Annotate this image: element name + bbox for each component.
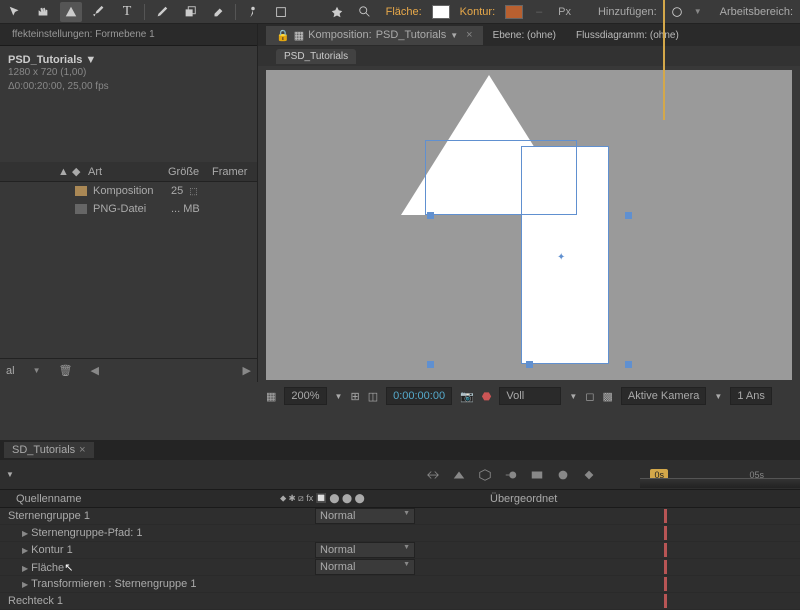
project-resolution: 1280 x 720 (1,00) xyxy=(8,66,249,80)
blend-mode-dropdown[interactable]: Normal xyxy=(315,559,415,575)
text-tool-icon[interactable]: T xyxy=(116,2,138,22)
col-art: Art xyxy=(88,166,168,178)
camera-dropdown[interactable]: Aktive Kamera xyxy=(621,387,707,405)
brush-tool-icon[interactable] xyxy=(151,2,173,22)
snapshot-icon[interactable]: 📷 xyxy=(460,390,474,403)
grid-toggle-icon[interactable]: ▦ xyxy=(266,390,276,403)
layer-sternengruppe[interactable]: Sternengruppe 1 Normal xyxy=(0,508,800,525)
composition-area: 🔒 ▦ Komposition: PSD_Tutorials ▼ × Ebene… xyxy=(258,24,800,440)
graph-icon[interactable] xyxy=(528,466,546,484)
selection-tool-icon[interactable] xyxy=(4,2,26,22)
layer-tab[interactable]: Ebene: (ohne) xyxy=(483,27,566,44)
project-item-png[interactable]: PNG-Datei ... MB xyxy=(0,200,257,218)
puppet-tool-icon[interactable] xyxy=(242,2,264,22)
safe-zones-icon[interactable]: ⊞ xyxy=(350,390,359,403)
fill-label: Fläche: xyxy=(386,6,422,18)
hand-tool-icon[interactable] xyxy=(32,2,54,22)
layer-kontur[interactable]: ▶Kontur 1 Normal xyxy=(0,542,800,559)
cursor-icon: ↖ xyxy=(64,562,73,574)
timeline-columns: Quellenname ⬥ ✱ ⧄ fx 🔲 ⬤ ⬤ ⬤ Übergeordne… xyxy=(0,490,800,508)
layer-transform[interactable]: ▶Transformieren : Sternengruppe 1 xyxy=(0,576,800,593)
stroke-label: Kontur: xyxy=(460,6,495,18)
viewport-controls: ▦ 200% ▼ ⊞ ◫ 0:00:00:00 📷 ⬣ Voll ▼ ◻ ▩ A… xyxy=(258,384,800,408)
add-dropdown-icon[interactable] xyxy=(666,2,688,22)
blend-mode-dropdown[interactable]: Normal xyxy=(315,542,415,558)
star-icon[interactable] xyxy=(326,2,348,22)
region-icon[interactable]: ◻ xyxy=(585,390,594,403)
timeline-tab[interactable]: SD_Tutorials× xyxy=(4,442,94,458)
project-column-headers: ▲ ◆ Art Größe Framer xyxy=(0,162,257,182)
workspace-label: Arbeitsbereich: xyxy=(720,6,793,18)
search-icon[interactable] xyxy=(354,2,376,22)
tl-icon-1[interactable] xyxy=(424,466,442,484)
trash-icon[interactable]: 🗑 xyxy=(58,364,72,377)
handle[interactable] xyxy=(625,361,632,368)
layer-rechteck[interactable]: Rechteck 1 xyxy=(0,593,800,610)
channel-icon[interactable]: ⬣ xyxy=(482,390,492,403)
brainstorm-icon[interactable] xyxy=(554,466,572,484)
draft3d-icon[interactable] xyxy=(450,466,468,484)
roto-tool-icon[interactable] xyxy=(270,2,292,22)
project-item-composition[interactable]: Komposition 25 ⬚ xyxy=(0,182,257,200)
project-title[interactable]: PSD_Tutorials ▼ xyxy=(8,54,249,66)
lock-icon: 🔒 xyxy=(276,29,290,42)
timeline-panel: SD_Tutorials× ▼ 0s 05s Quellenname ⬥ ✱ ⧄… xyxy=(0,440,800,610)
flow-tab[interactable]: Flussdiagramm: (ohne) xyxy=(566,27,689,44)
inner-comp-tab[interactable]: PSD_Tutorials xyxy=(276,49,356,64)
pen-tool-icon[interactable] xyxy=(88,2,110,22)
main-toolbar: T Fläche: Kontur: – Px Hinzufügen: ▼ Arb… xyxy=(0,0,800,24)
folder-icon xyxy=(75,186,87,196)
handle[interactable] xyxy=(427,361,434,368)
blend-mode-dropdown[interactable]: Normal xyxy=(315,508,415,524)
clone-tool-icon[interactable] xyxy=(179,2,201,22)
zoom-dropdown[interactable]: 200% xyxy=(284,387,326,405)
col-source: Quellenname xyxy=(0,493,280,505)
file-icon xyxy=(75,204,87,214)
col-size: Größe xyxy=(168,166,212,178)
mask-icon[interactable]: ◫ xyxy=(368,390,378,403)
handle[interactable] xyxy=(526,361,533,368)
resolution-dropdown[interactable]: Voll xyxy=(499,387,561,405)
handle[interactable] xyxy=(625,212,632,219)
eraser-tool-icon[interactable] xyxy=(207,2,229,22)
motion-blur-icon[interactable] xyxy=(502,466,520,484)
auto-keyframe-icon[interactable] xyxy=(580,466,598,484)
cube-icon[interactable] xyxy=(476,466,494,484)
add-label: Hinzufügen: xyxy=(598,6,657,18)
shape-tool-icon[interactable] xyxy=(60,2,82,22)
anchor-icon[interactable]: ✦ xyxy=(557,252,565,263)
layer-flaeche[interactable]: ▶Fläche↖ Normal xyxy=(0,559,800,576)
px-label: Px xyxy=(558,6,571,18)
composition-viewport[interactable]: ✦ xyxy=(266,70,792,380)
selection-box xyxy=(425,140,577,215)
close-icon[interactable]: × xyxy=(79,444,85,456)
scroll-left-icon[interactable]: ◀ xyxy=(90,364,98,377)
scroll-right-icon[interactable]: ▶ xyxy=(243,364,251,377)
col-frames: Framer xyxy=(212,166,247,178)
effect-settings-tab[interactable]: ffekteinstellungen: Formebene 1 xyxy=(4,27,163,42)
handle[interactable] xyxy=(427,212,434,219)
fill-swatch[interactable] xyxy=(432,5,450,19)
composition-tab[interactable]: 🔒 ▦ Komposition: PSD_Tutorials ▼ × xyxy=(266,26,483,45)
bottom-label: al xyxy=(6,365,15,377)
close-tab-icon[interactable]: × xyxy=(466,29,472,41)
timecode[interactable]: 0:00:00:00 xyxy=(386,387,452,405)
project-duration: Δ0:00:20:00, 25,00 fps xyxy=(8,80,249,94)
col-parent: Übergeordnet xyxy=(490,493,557,505)
project-panel: ffekteinstellungen: Formebene 1 PSD_Tuto… xyxy=(0,24,258,382)
stroke-swatch[interactable] xyxy=(505,5,523,19)
layer-pfad[interactable]: ▶Sternengruppe-Pfad: 1 xyxy=(0,525,800,542)
transparency-icon[interactable]: ▩ xyxy=(602,390,612,403)
view-dropdown[interactable]: 1 Ans xyxy=(730,387,772,405)
